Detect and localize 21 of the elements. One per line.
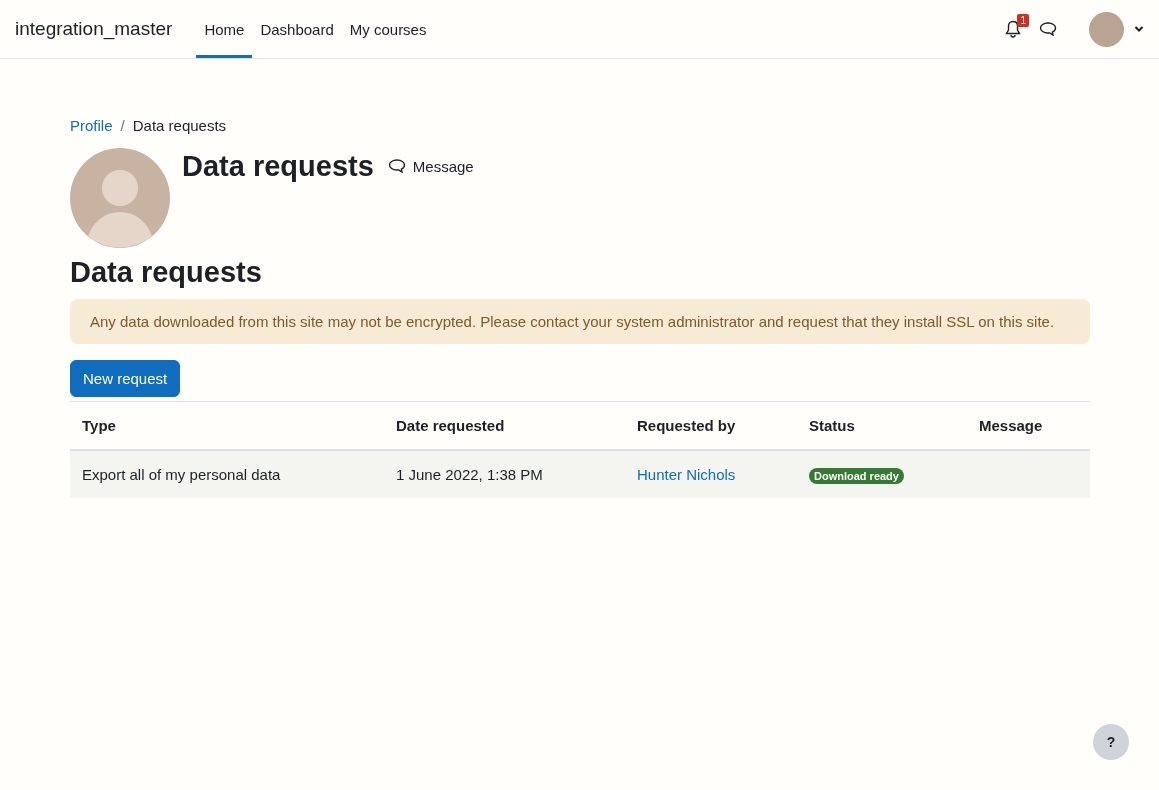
nav-tab[interactable]: Home bbox=[196, 0, 253, 58]
notification-count: 1 bbox=[1017, 14, 1029, 27]
nav-tab[interactable]: My courses bbox=[341, 0, 435, 58]
warning-alert: Any data downloaded from this site may not be encrypted. Please contact your system administrator and request that they install SSL on this site. bbox=[70, 299, 1090, 344]
chevron-down-icon[interactable] bbox=[1134, 25, 1144, 33]
table-cell: 1 June 2022, 1:38 PM bbox=[384, 450, 625, 498]
site-name[interactable]: integration_master bbox=[15, 0, 173, 58]
status-badge: Download ready bbox=[809, 468, 904, 484]
message-link[interactable]: Message bbox=[387, 148, 474, 184]
table-cell: Export all of my personal data bbox=[70, 450, 384, 498]
new-request-button[interactable]: New request bbox=[70, 360, 181, 397]
chat-bubble-icon bbox=[1039, 21, 1057, 37]
breadcrumb-current: Data requests bbox=[132, 117, 227, 134]
section-heading: Data requests bbox=[70, 256, 263, 289]
breadcrumb-separator: / bbox=[120, 117, 125, 134]
chat-bubble-icon bbox=[387, 158, 406, 174]
bell-icon bbox=[1005, 20, 1021, 38]
page-title: Data requests bbox=[182, 149, 374, 184]
nav-tab[interactable]: Dashboard bbox=[252, 0, 342, 58]
help-button[interactable]: ? bbox=[1093, 724, 1129, 760]
breadcrumb-link[interactable]: Profile bbox=[70, 117, 113, 134]
